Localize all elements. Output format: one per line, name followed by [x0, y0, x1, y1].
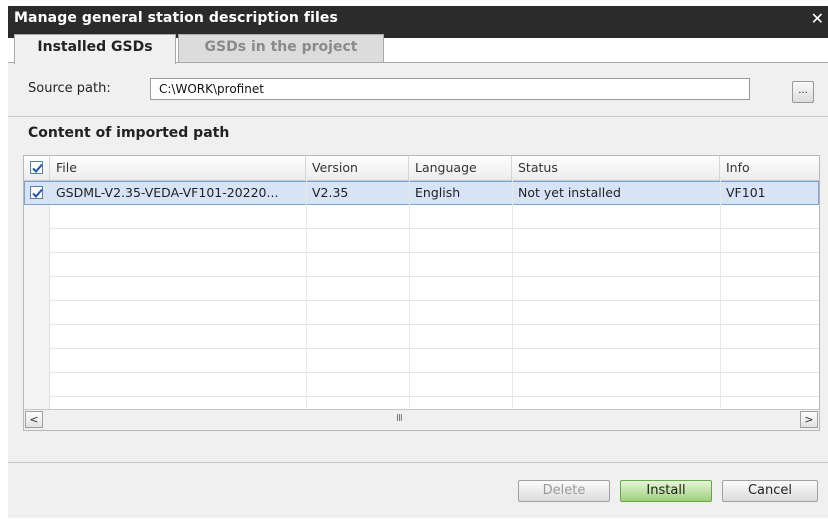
column-header-info[interactable]: Info [720, 156, 819, 180]
column-divider [306, 180, 307, 408]
section-title: Content of imported path [28, 125, 230, 141]
scroll-right-icon[interactable]: > [800, 411, 818, 428]
tab-gsds-in-project[interactable]: GSDs in the project [178, 34, 384, 62]
tab-installed-gsds[interactable]: Installed GSDs [14, 34, 176, 64]
scroll-left-icon[interactable]: < [25, 411, 43, 428]
empty-row [24, 277, 819, 301]
column-header-status[interactable]: Status [512, 156, 720, 180]
scroll-grip[interactable]: III [396, 413, 403, 424]
cell-file: GSDML-V2.35-VEDA-VF101-20220... [56, 185, 279, 200]
cancel-button[interactable]: Cancel [722, 480, 818, 502]
checkbox-checked-icon[interactable] [30, 161, 43, 174]
table-row[interactable]: GSDML-V2.35-VEDA-VF101-20220... V2.35 En… [24, 181, 819, 205]
dialog-window: Manage general station description files… [0, 0, 828, 520]
column-header-file[interactable]: File [50, 156, 306, 180]
checkbox-checked-icon[interactable] [30, 186, 43, 199]
divider [8, 116, 828, 117]
empty-row [24, 229, 819, 253]
browse-button[interactable]: ... [792, 81, 814, 103]
column-divider [720, 180, 721, 408]
window-title: Manage general station description files [14, 10, 338, 26]
empty-row [24, 205, 819, 229]
empty-row [24, 253, 819, 277]
divider [8, 462, 828, 463]
cell-info: VF101 [726, 185, 766, 200]
column-header-language[interactable]: Language [409, 156, 512, 180]
source-path-input[interactable]: C:\WORK\profinet [150, 78, 750, 100]
column-divider [409, 180, 410, 408]
empty-row [24, 301, 819, 325]
close-icon[interactable]: ✕ [811, 9, 824, 28]
install-button[interactable]: Install [620, 480, 712, 502]
table-header: File Version Language Status Info [24, 156, 819, 181]
gsd-table: File Version Language Status Info GSDML-… [23, 155, 820, 431]
source-path-label: Source path: [28, 81, 111, 96]
empty-row [24, 349, 819, 373]
cell-version: V2.35 [312, 185, 349, 200]
column-divider [512, 180, 513, 408]
header-select-all-cell [24, 156, 50, 180]
empty-row [24, 325, 819, 349]
delete-button[interactable]: Delete [518, 480, 610, 502]
column-header-version[interactable]: Version [306, 156, 409, 180]
horizontal-scrollbar[interactable]: < III > [24, 409, 819, 430]
cell-status: Not yet installed [518, 185, 621, 200]
empty-row [24, 373, 819, 397]
cell-language: English [415, 185, 461, 200]
